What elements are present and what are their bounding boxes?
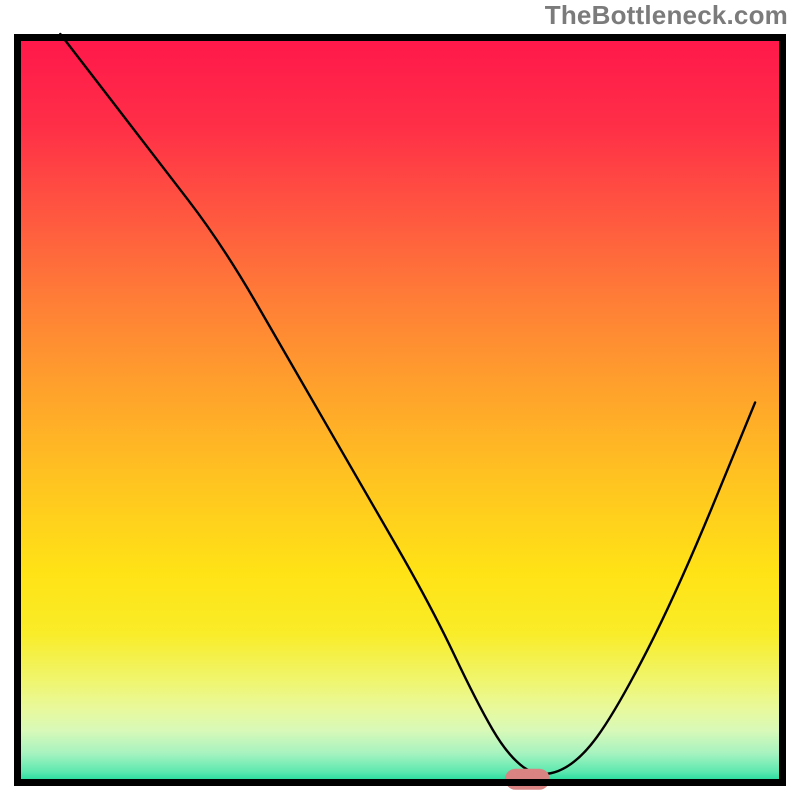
chart-container: TheBottleneck.com xyxy=(0,0,800,800)
gradient-background xyxy=(18,38,783,783)
chart-svg xyxy=(10,30,790,790)
watermark-text: TheBottleneck.com xyxy=(545,0,788,31)
plot-area xyxy=(10,30,790,790)
